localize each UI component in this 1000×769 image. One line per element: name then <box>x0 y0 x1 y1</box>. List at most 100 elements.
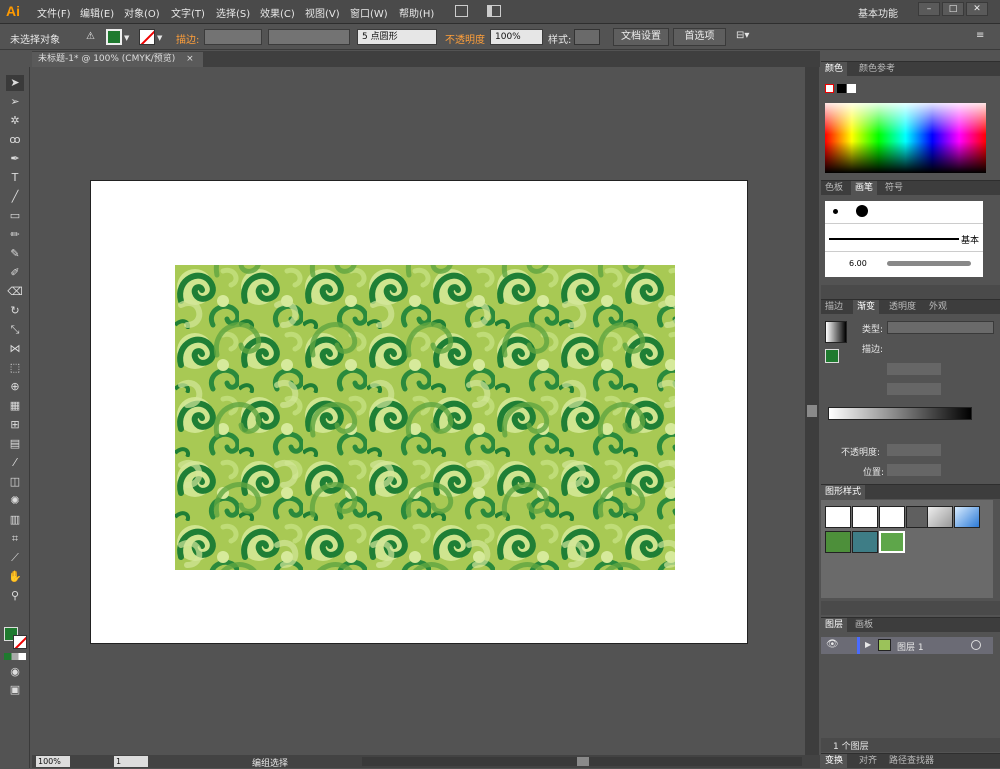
style-swatch-gray[interactable] <box>927 506 953 528</box>
blend-tool-icon[interactable]: ◫ <box>6 474 24 490</box>
gradient-slider[interactable] <box>828 407 972 420</box>
fill-swatch[interactable] <box>106 29 122 45</box>
symbol-sprayer-icon[interactable]: ✺ <box>6 493 24 509</box>
slice-tool-icon[interactable]: ⟋ <box>6 550 24 566</box>
basic-brush-line[interactable] <box>829 238 959 240</box>
brush-dot-small[interactable] <box>833 209 838 214</box>
tab-brushes[interactable]: 画笔 <box>851 181 878 195</box>
layer-target-icon[interactable] <box>971 640 981 650</box>
tab-color-guide[interactable]: 颜色参考 <box>855 62 899 76</box>
menu-select[interactable]: 选择(S) <box>216 5 250 20</box>
pencil-icon[interactable]: ✎ <box>6 246 24 262</box>
free-transform-icon[interactable]: ⬚ <box>6 360 24 376</box>
variable-width-field[interactable] <box>268 29 350 45</box>
panel-menu-icon[interactable]: ≡ <box>976 30 984 41</box>
gradient-opacity-field[interactable] <box>887 444 941 456</box>
zoom-tool-icon[interactable]: ⚲ <box>6 588 24 604</box>
tab-transparency[interactable]: 透明度 <box>885 300 920 314</box>
hand-tool-icon[interactable]: ✋ <box>6 569 24 585</box>
seamless-swirl-pattern[interactable] <box>175 265 675 570</box>
color-spectrum[interactable] <box>825 103 986 173</box>
brush-point-select[interactable]: 5 点圆形 <box>357 29 437 45</box>
draw-mode-icon[interactable]: ◉ <box>6 664 24 680</box>
tab-artboards[interactable]: 画板 <box>851 618 877 632</box>
menu-type[interactable]: 文字(T) <box>171 5 205 20</box>
close-icon[interactable]: ✕ <box>966 2 988 16</box>
tab-graphic-styles[interactable]: 图形样式 <box>821 485 866 499</box>
layer-name[interactable]: 图层 1 <box>897 640 924 653</box>
white-color-swatch[interactable] <box>847 84 856 93</box>
mesh-tool-icon[interactable]: ⊞ <box>6 417 24 433</box>
perspective-grid-icon[interactable]: ▦ <box>6 398 24 414</box>
eyedropper-icon[interactable]: ⁄ <box>6 455 24 471</box>
document-setup-button[interactable]: 文档设置 <box>613 28 669 46</box>
menu-view[interactable]: 视图(V) <box>305 5 340 20</box>
gradient-aspect-field[interactable] <box>887 383 941 395</box>
style-swatch-default[interactable] <box>825 506 851 528</box>
selection-tool-icon[interactable]: ➤ <box>6 75 24 91</box>
brush-list[interactable]: 基本 6.00 <box>825 201 983 277</box>
artboard-tool-icon[interactable]: ⌗ <box>6 531 24 547</box>
tab-layers[interactable]: 图层 <box>821 618 848 632</box>
style-swatch-pattern-1[interactable] <box>825 531 851 553</box>
style-swatch-blue[interactable] <box>954 506 980 528</box>
tab-pathfinder[interactable]: 路径查找器 <box>885 754 938 768</box>
align-options-icon[interactable]: ⊟▾ <box>736 30 749 41</box>
magic-wand-icon[interactable]: ✲ <box>6 113 24 129</box>
tab-gradient[interactable]: 渐变 <box>853 300 880 314</box>
minimize-icon[interactable]: – <box>918 2 940 16</box>
menu-object[interactable]: 对象(O) <box>124 5 160 20</box>
style-swatch-white[interactable] <box>879 506 905 528</box>
stroke-label[interactable]: 描边: <box>176 31 199 46</box>
stroke-weight-field[interactable] <box>204 29 262 45</box>
type-tool-icon[interactable]: T <box>6 170 24 186</box>
stroke-swatch[interactable] <box>139 29 155 45</box>
menu-window[interactable]: 窗口(W) <box>350 5 388 20</box>
scrollbar-thumb[interactable] <box>807 405 817 417</box>
gradient-thumbnail[interactable] <box>825 321 847 343</box>
gradient-location-field[interactable] <box>887 464 941 476</box>
lasso-icon[interactable]: ꝏ <box>6 132 24 148</box>
style-swatch-pattern-3[interactable] <box>879 531 905 553</box>
none-color-icon[interactable] <box>825 84 834 93</box>
document-tab[interactable]: 未标题-1* @ 100% (CMYK/预览) × <box>32 52 203 67</box>
workspace-switcher[interactable]: 基本功能 <box>858 5 898 20</box>
tab-transform[interactable]: 变换 <box>821 754 848 768</box>
gradient-fill-swatch[interactable] <box>825 349 839 363</box>
expand-arrow-icon[interactable]: ▶ <box>865 640 871 649</box>
horizontal-scroll-thumb[interactable] <box>577 757 589 766</box>
color-mode-buttons[interactable] <box>4 653 26 660</box>
chevron-down-icon[interactable]: ▼ <box>124 34 129 42</box>
pen-tool-icon[interactable]: ✒ <box>6 151 24 167</box>
tab-stroke[interactable]: 描边 <box>821 300 847 314</box>
rectangle-tool-icon[interactable]: ▭ <box>6 208 24 224</box>
menu-edit[interactable]: 编辑(E) <box>80 5 114 20</box>
gradient-tool-icon[interactable]: ▤ <box>6 436 24 452</box>
black-color-swatch[interactable] <box>837 84 846 93</box>
close-tab-icon[interactable]: × <box>186 54 194 64</box>
paintbrush-icon[interactable]: ✏ <box>6 227 24 243</box>
gradient-angle-field[interactable] <box>887 363 941 375</box>
visibility-eye-icon[interactable]: 👁 <box>826 639 839 650</box>
stroke-color-swatch[interactable] <box>13 635 27 649</box>
zoom-field[interactable]: 100% <box>36 756 70 767</box>
style-swatch-none[interactable] <box>852 506 878 528</box>
direct-selection-tool-icon[interactable]: ➢ <box>6 94 24 110</box>
opacity-label[interactable]: 不透明度 <box>445 31 485 46</box>
line-tool-icon[interactable]: ╱ <box>6 189 24 205</box>
preferences-button[interactable]: 首选项 <box>673 28 726 46</box>
tab-appearance[interactable]: 外观 <box>925 300 951 314</box>
blob-brush-icon[interactable]: ✐ <box>6 265 24 281</box>
gradient-type-select[interactable] <box>887 321 994 334</box>
scale-tool-icon[interactable]: ⤡ <box>6 322 24 338</box>
menu-file[interactable]: 文件(F) <box>37 5 71 20</box>
vertical-scrollbar[interactable] <box>805 67 819 755</box>
opacity-field[interactable]: 100% <box>490 29 543 45</box>
maximize-icon[interactable]: □ <box>942 2 964 16</box>
screen-mode-icon[interactable]: ▣ <box>6 682 24 698</box>
arrange-documents-icon[interactable] <box>487 5 501 17</box>
column-graph-icon[interactable]: ▥ <box>6 512 24 528</box>
tab-symbols[interactable]: 符号 <box>881 181 907 195</box>
brush-dot-large[interactable] <box>856 205 868 217</box>
style-swatch-pattern-2[interactable] <box>852 531 878 553</box>
